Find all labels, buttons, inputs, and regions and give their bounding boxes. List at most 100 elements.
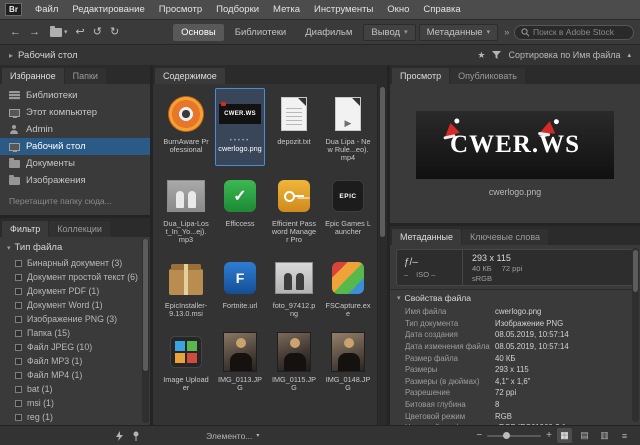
view-details-button[interactable]: ▥ [597, 428, 612, 443]
forward-icon[interactable]: → [25, 27, 44, 38]
checkbox[interactable] [15, 302, 22, 309]
zoom-out-icon[interactable]: − [476, 431, 482, 441]
checkbox[interactable] [15, 274, 22, 281]
workspace-metadata[interactable]: Метаданные ▾ [419, 24, 498, 41]
rotate-right-icon[interactable]: ↻ [106, 27, 123, 38]
file-item[interactable]: IMG_0148.JPG [323, 326, 373, 396]
favorites-item-desktop[interactable]: Рабочий стол [0, 138, 150, 155]
menu-stacks[interactable]: Подборки [209, 4, 266, 15]
filter-funnel-icon[interactable] [492, 51, 501, 59]
tab-favorites[interactable]: Избранное [2, 68, 64, 84]
preview-image[interactable]: CWER.WS [416, 111, 614, 179]
favorites-item-computer[interactable]: Этот компьютер [0, 104, 150, 121]
tab-preview[interactable]: Просмотр [392, 68, 449, 84]
workspace-libraries[interactable]: Библиотеки [227, 24, 294, 41]
filter-item[interactable]: bat (1) [0, 382, 150, 396]
tab-filter[interactable]: Фильтр [2, 221, 48, 237]
sort-by-dropdown[interactable]: Сортировка по Имя файла [508, 50, 620, 60]
metadata-scrollbar[interactable] [632, 248, 639, 422]
file-item[interactable]: BurnAware Professional [161, 88, 211, 166]
file-item[interactable]: ▶ Dua Lipa - New Rule...eo).mp4 [323, 88, 373, 166]
favorites-item-pictures[interactable]: Изображения [0, 172, 150, 189]
menu-tools[interactable]: Инструменты [307, 4, 380, 15]
boomerang-icon[interactable]: ↩ [72, 27, 89, 38]
file-item[interactable]: Dua_Lipa-Lost_In_Yo...ej).mp3 [161, 170, 211, 248]
file-item[interactable]: Efficient Password Manager Pro [269, 170, 319, 248]
filter-item[interactable]: Документ простой текст (6) [0, 270, 150, 284]
filter-item[interactable]: reg (1) [0, 410, 150, 424]
tab-publish[interactable]: Опубликовать [450, 68, 525, 84]
lightning-icon[interactable] [116, 431, 123, 441]
filter-item[interactable]: Папка (15) [0, 326, 150, 340]
view-list-button[interactable]: ≡ [617, 428, 632, 443]
menu-edit[interactable]: Редактирование [65, 4, 151, 15]
file-item[interactable]: foto_97412.png [269, 252, 319, 322]
workspace-overflow-icon[interactable]: » [501, 27, 512, 38]
slider-thumb[interactable] [503, 432, 510, 439]
filter-item[interactable]: Бинарный документ (3) [0, 256, 150, 270]
checkbox[interactable] [15, 316, 22, 323]
file-item[interactable]: IMG_0113.JPG [215, 326, 265, 396]
menu-help[interactable]: Справка [416, 4, 467, 15]
menu-file[interactable]: Файл [28, 4, 65, 15]
file-item[interactable]: F Fortnite.url [215, 252, 265, 322]
filter-item[interactable]: Файл MP3 (1) [0, 354, 150, 368]
filter-item[interactable]: Файл JPEG (10) [0, 340, 150, 354]
filter-item[interactable]: Изображение PNG (3) [0, 312, 150, 326]
rotate-left-icon[interactable]: ↺ [89, 27, 106, 38]
menu-window[interactable]: Окно [380, 4, 416, 15]
view-grid-button[interactable]: ▦ [557, 428, 572, 443]
checkbox[interactable] [15, 288, 22, 295]
workspace-essentials[interactable]: Основы [173, 24, 224, 41]
favorites-item-libraries[interactable]: Библиотеки [0, 87, 150, 104]
recent-folder-icon[interactable] [50, 28, 62, 37]
recent-folder-caret-icon[interactable]: ▾ [64, 28, 72, 36]
file-item[interactable]: FSCapture.exe [323, 252, 373, 322]
checkbox[interactable] [15, 372, 22, 379]
view-thumbnails-button[interactable]: ▤ [577, 428, 592, 443]
tab-collections[interactable]: Коллекции [49, 221, 110, 237]
filter-item[interactable]: Документ Word (1) [0, 298, 150, 312]
sort-ascending-icon[interactable]: ▴ [627, 51, 631, 59]
section-file-properties[interactable]: ▾ Свойства файла [390, 289, 640, 306]
checkbox[interactable] [15, 330, 22, 337]
breadcrumb[interactable]: Рабочий стол [18, 50, 78, 61]
tab-folders[interactable]: Папки [65, 68, 106, 84]
thumbnail-size-slider[interactable] [487, 435, 541, 437]
menu-label[interactable]: Метка [266, 4, 307, 15]
checkbox[interactable] [15, 260, 22, 267]
search-input[interactable] [533, 27, 627, 37]
filter-item[interactable]: msi (1) [0, 396, 150, 410]
tab-metadata[interactable]: Метаданные [392, 229, 461, 245]
favorites-item-admin[interactable]: Admin [0, 121, 150, 138]
checkbox[interactable] [15, 414, 22, 421]
filter-item[interactable]: Файл MP4 (1) [0, 368, 150, 382]
file-item-selected[interactable]: CWER.WS ••••• cwerlogo.png [215, 88, 265, 166]
tab-content[interactable]: Содержимое [155, 68, 225, 84]
workspace-output[interactable]: Вывод ▾ [363, 24, 415, 41]
file-item[interactable]: IMG_0115.JPG [269, 326, 319, 396]
adobe-stock-search[interactable] [514, 25, 634, 40]
rating-filter-icon[interactable]: ★ [477, 50, 485, 61]
checkbox[interactable] [15, 358, 22, 365]
file-item[interactable]: ✓ Efficcess [215, 170, 265, 248]
menu-view[interactable]: Просмотр [152, 4, 209, 15]
items-dropdown[interactable]: Элементо... ▾ [206, 431, 259, 441]
zoom-in-icon[interactable]: + [546, 431, 552, 441]
checkbox[interactable] [15, 386, 22, 393]
file-item[interactable]: EPIC Epic Games Launcher [323, 170, 373, 248]
bridge-app-icon[interactable]: Br [5, 3, 22, 16]
checkbox[interactable] [15, 400, 22, 407]
filter-scrollbar[interactable] [142, 239, 149, 423]
filter-item[interactable]: Документ PDF (1) [0, 284, 150, 298]
file-item[interactable]: Image Uploader [161, 326, 211, 396]
file-item[interactable]: EpicInstaller-9.13.0.msi [161, 252, 211, 322]
tab-keywords[interactable]: Ключевые слова [462, 229, 548, 245]
content-scrollbar[interactable] [377, 84, 387, 425]
rating-dots[interactable]: ••••• [230, 138, 251, 144]
workspace-filmstrip[interactable]: Диафильм [297, 24, 360, 41]
checkbox[interactable] [15, 344, 22, 351]
back-icon[interactable]: ← [6, 27, 25, 38]
favorites-item-documents[interactable]: Документы [0, 155, 150, 172]
filter-group-file-type[interactable]: ▾ Тип файла [0, 239, 150, 256]
